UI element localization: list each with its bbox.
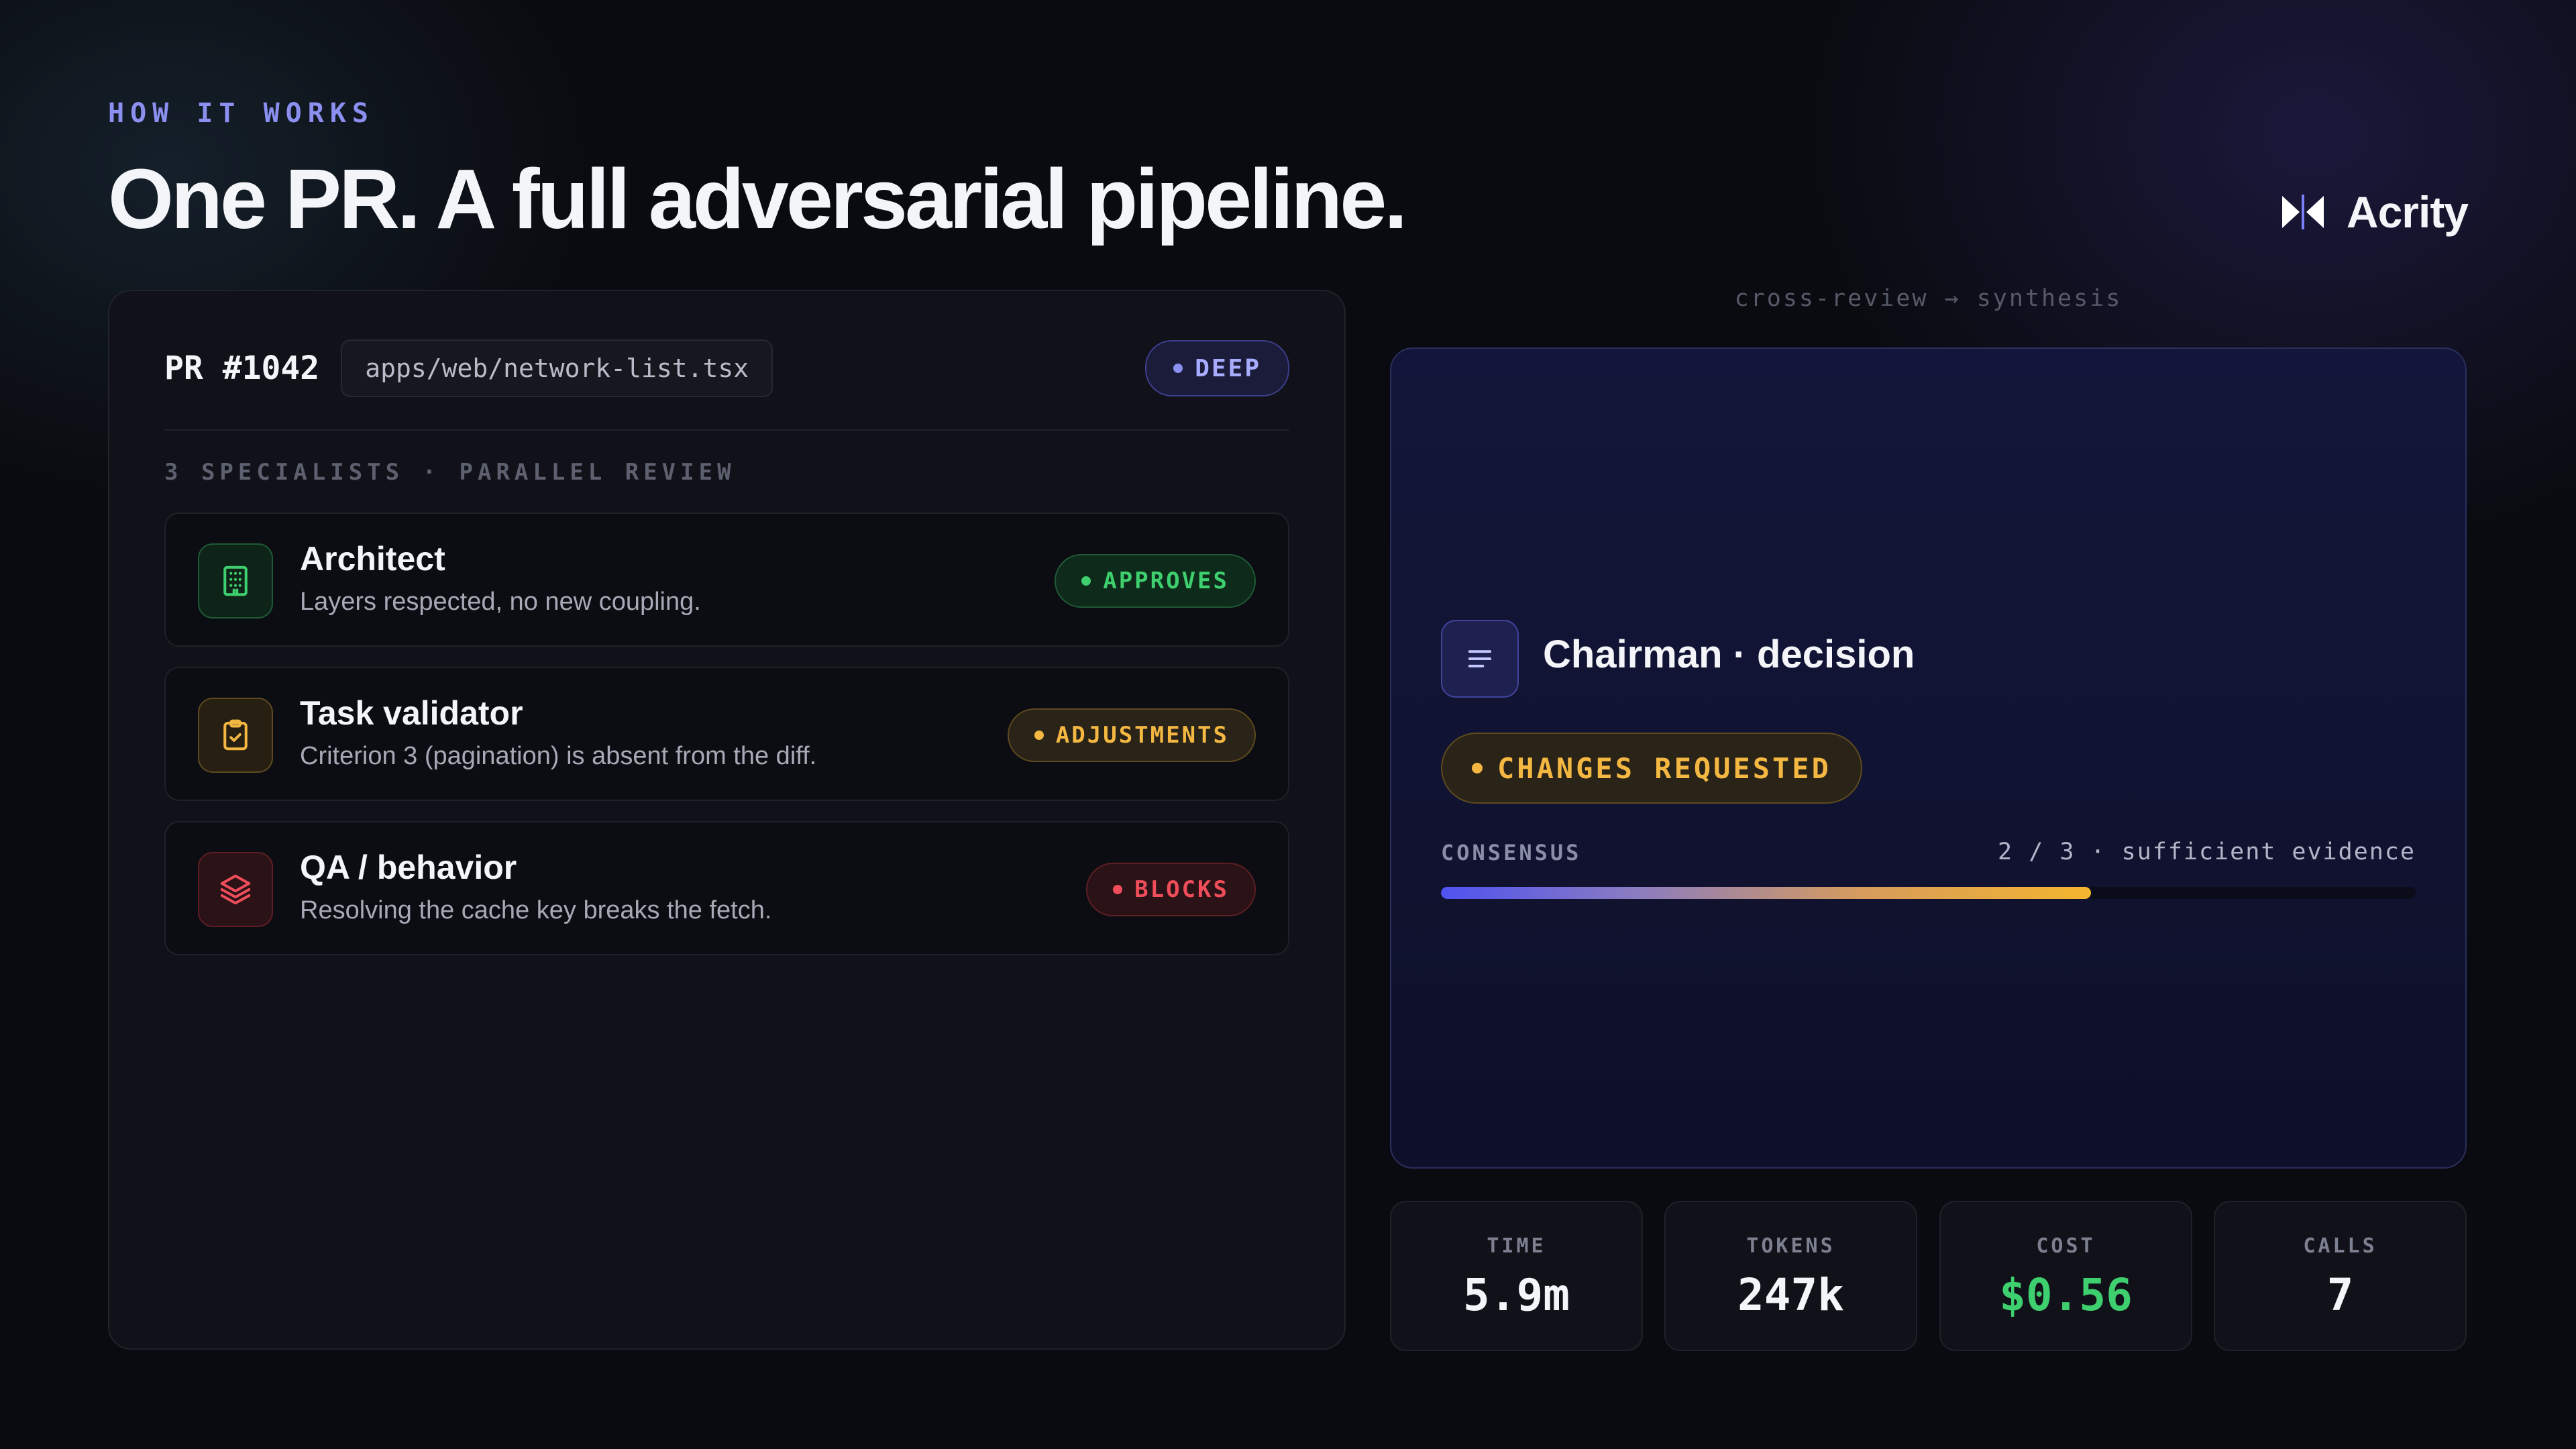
pr-review-card: PR #1042 apps/web/network-list.tsx DEEP … xyxy=(108,290,1346,1350)
specialist-description: Layers respected, no new coupling. xyxy=(300,588,701,616)
specialist-card-task-validator[interactable]: Task validator Criterion 3 (pagination) … xyxy=(164,667,1289,801)
consensus-value: 2 / 3 · sufficient evidence xyxy=(1998,839,2416,865)
decision-status-badge: CHANGES REQUESTED xyxy=(1441,733,1862,804)
status-dot-icon xyxy=(1472,763,1483,773)
verdict-dot-icon xyxy=(1034,731,1044,740)
stat-calls: CALLS 7 xyxy=(2214,1201,2467,1351)
verdict-label: BLOCKS xyxy=(1134,876,1229,903)
clipboard-check-icon xyxy=(198,698,273,773)
page-title: One PR. A full adversarial pipeline. xyxy=(108,152,1407,246)
chairman-decision-card: Chairman · decision CHANGES REQUESTED CO… xyxy=(1390,347,2467,1169)
decision-status-label: CHANGES REQUESTED xyxy=(1497,751,1831,785)
specialist-description: Resolving the cache key breaks the fetch… xyxy=(300,896,772,924)
specialist-description: Criterion 3 (pagination) is absent from … xyxy=(300,742,817,770)
verdict-dot-icon xyxy=(1113,885,1123,894)
brand-name: Acrity xyxy=(2346,187,2469,237)
depth-label: DEEP xyxy=(1195,354,1261,382)
section-eyebrow: HOW IT WORKS xyxy=(108,98,374,129)
acrity-logo-icon xyxy=(2282,195,2324,229)
stat-label: TOKENS xyxy=(1746,1234,1835,1258)
verdict-label: ADJUSTMENTS xyxy=(1055,722,1229,749)
stat-value: 5.9m xyxy=(1463,1269,1570,1321)
specialist-name: QA / behavior xyxy=(300,849,517,886)
specialist-name: Task validator xyxy=(300,694,523,732)
stat-tokens: TOKENS 247k xyxy=(1664,1201,1917,1351)
chairman-title: Chairman · decision xyxy=(1543,633,1915,676)
specialist-card-qa-behavior[interactable]: QA / behavior Resolving the cache key br… xyxy=(164,821,1289,955)
specialist-name: Architect xyxy=(300,540,445,578)
consensus-label: CONSENSUS xyxy=(1441,840,1582,865)
flow-label: cross-review → synthesis xyxy=(1734,285,2123,312)
depth-dot-icon xyxy=(1173,364,1183,373)
consensus-progress-bar xyxy=(1441,887,2416,899)
divider xyxy=(164,429,1289,431)
verdict-dot-icon xyxy=(1081,576,1091,586)
verdict-label: APPROVES xyxy=(1103,568,1229,594)
specialist-card-architect[interactable]: Architect Layers respected, no new coupl… xyxy=(164,513,1289,647)
stat-label: CALLS xyxy=(2303,1234,2377,1258)
stat-value: 247k xyxy=(1737,1269,1844,1321)
consensus-progress-fill xyxy=(1441,887,2092,899)
stat-value: 7 xyxy=(2326,1269,2354,1321)
stat-label: COST xyxy=(2036,1234,2096,1258)
stat-cost: COST $0.56 xyxy=(1939,1201,2192,1351)
verdict-badge-blocks: BLOCKS xyxy=(1086,863,1256,916)
stat-time: TIME 5.9m xyxy=(1390,1201,1643,1351)
building-icon xyxy=(198,543,273,619)
pr-header: PR #1042 apps/web/network-list.tsx DEEP xyxy=(164,339,1289,397)
pr-number: PR #1042 xyxy=(164,350,320,387)
verdict-badge-adjustments: ADJUSTMENTS xyxy=(1007,708,1256,762)
stat-label: TIME xyxy=(1487,1234,1546,1258)
brand-logo: Acrity xyxy=(2279,186,2469,237)
file-path-chip[interactable]: apps/web/network-list.tsx xyxy=(341,339,773,397)
depth-badge: DEEP xyxy=(1145,340,1289,396)
verdict-badge-approves: APPROVES xyxy=(1055,554,1256,608)
stat-value: $0.56 xyxy=(1999,1269,2133,1321)
specialists-section-label: 3 SPECIALISTS · PARALLEL REVIEW xyxy=(164,459,736,486)
menu-lines-icon xyxy=(1441,620,1519,698)
layers-icon xyxy=(198,852,273,927)
